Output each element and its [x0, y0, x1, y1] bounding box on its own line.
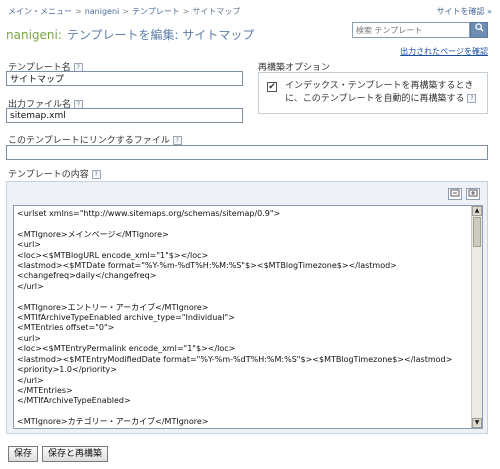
rebuild-checkbox[interactable]: ✔ [267, 82, 277, 92]
save-rebuild-button[interactable]: 保存と再構築 [42, 446, 109, 462]
search-box [352, 22, 488, 38]
published-page-link-wrap: 出力されたページを確認 [400, 46, 488, 57]
help-icon[interactable]: ? [91, 170, 101, 179]
page-title-text: テンプレートを編集: サイトマップ [66, 28, 255, 42]
search-input[interactable] [352, 22, 470, 38]
breadcrumb-current: サイトマップ [192, 7, 241, 16]
template-code[interactable]: <urlset xmlns="http://www.sitemaps.org/s… [17, 209, 467, 428]
breadcrumb-separator: > [182, 7, 190, 16]
expand-icon [468, 189, 478, 200]
search-icon [474, 23, 484, 37]
template-editor[interactable]: <urlset xmlns="http://www.sitemaps.org/s… [13, 205, 483, 429]
template-content-label: テンプレートの内容? [8, 167, 101, 180]
template-name-field[interactable] [6, 71, 243, 86]
help-icon[interactable]: ? [172, 136, 182, 145]
breadcrumb-main-menu[interactable]: メイン・メニュー [8, 7, 72, 16]
breadcrumb-separator: > [122, 7, 129, 16]
view-published-page-link[interactable]: 出力されたページを確認 [400, 47, 488, 56]
view-site-link-wrap: サイトを確認 » [437, 6, 492, 17]
breadcrumb-separator: > [75, 7, 82, 16]
page-title: nanigeni: テンプレートを編集: サイトマップ [6, 26, 254, 43]
scroll-thumb[interactable] [473, 217, 481, 247]
shrink-editor-button[interactable] [448, 188, 462, 200]
rebuild-checkbox-label: インデックス・テンプレートを再構築するときに、このテンプレートを自動的に再構築す… [285, 80, 485, 106]
search-button[interactable] [470, 22, 488, 38]
view-site-link[interactable]: サイトを確認 » [437, 7, 492, 16]
help-icon[interactable]: ? [467, 94, 477, 103]
save-button[interactable]: 保存 [8, 446, 39, 462]
editor-scrollbar[interactable]: ▲ ▼ [471, 206, 482, 428]
link-file-field[interactable] [6, 145, 488, 160]
rebuild-checkbox-label-text: インデックス・テンプレートを再構築するときに、このテンプレートを自動的に再構築す… [285, 81, 474, 104]
blog-name: nanigeni: [6, 28, 62, 42]
breadcrumb-templates[interactable]: テンプレート [132, 7, 180, 16]
form-actions: 保存 保存と再構築 [8, 446, 109, 462]
rebuild-options-box: ✔ インデックス・テンプレートを再構築するときに、このテンプレートを自動的に再構… [258, 72, 488, 114]
shrink-icon [450, 189, 460, 200]
template-content-label-text: テンプレートの内容 [8, 170, 89, 180]
breadcrumb: メイン・メニュー > nanigeni > テンプレート > サイトマップ [8, 6, 240, 17]
scroll-down-arrow-icon[interactable]: ▼ [472, 418, 482, 428]
scroll-up-arrow-icon[interactable]: ▲ [472, 206, 482, 216]
template-content-panel: <urlset xmlns="http://www.sitemaps.org/s… [6, 181, 488, 434]
output-file-field[interactable] [6, 108, 243, 123]
breadcrumb-blog[interactable]: nanigeni [85, 7, 120, 16]
expand-editor-button[interactable] [466, 188, 480, 200]
